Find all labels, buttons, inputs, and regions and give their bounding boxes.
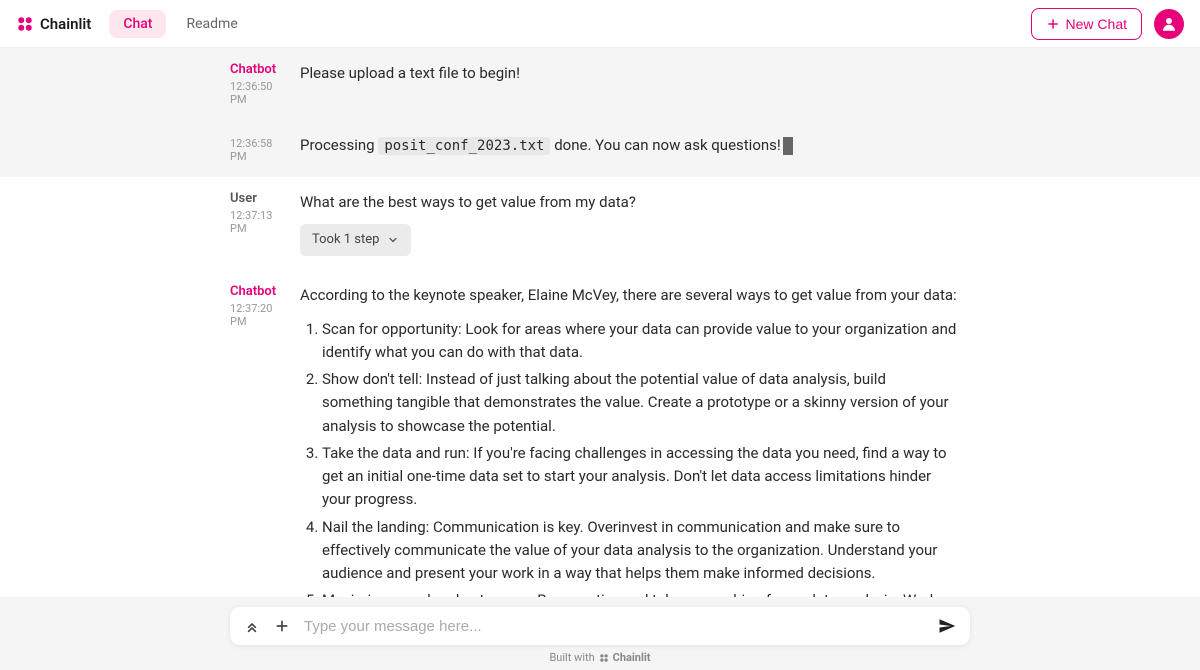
cursor-icon xyxy=(783,137,793,155)
answer-intro: According to the keynote speaker, Elaine… xyxy=(300,284,960,307)
message-row: Chatbot 12:37:20 PM According to the key… xyxy=(0,270,1200,597)
tab-readme[interactable]: Readme xyxy=(172,10,251,38)
message-row: Chatbot 12:36:50 PM Please upload a text… xyxy=(0,48,1200,120)
app-header: Chainlit Chat Readme New Chat xyxy=(0,0,1200,48)
message-body: According to the keynote speaker, Elaine… xyxy=(300,284,980,597)
brand-name: Chainlit xyxy=(40,15,91,33)
message-body: Please upload a text file to begin! xyxy=(300,62,980,106)
step-expand-button[interactable]: Took 1 step xyxy=(300,224,411,256)
msg-suffix: done. You can now ask questions! xyxy=(550,136,780,154)
expand-up-icon[interactable] xyxy=(244,618,260,634)
message-row: 12:36:58 PM Processing posit_conf_2023.t… xyxy=(0,120,1200,177)
list-item: Maximize speed and autonomy: Be proactiv… xyxy=(322,589,960,597)
footer: Built with Chainlit xyxy=(0,597,1200,670)
list-item: Take the data and run: If you're facing … xyxy=(322,442,960,512)
new-chat-button[interactable]: New Chat xyxy=(1031,8,1142,40)
filename-code: posit_conf_2023.txt xyxy=(378,137,550,155)
list-item: Scan for opportunity: Look for areas whe… xyxy=(322,318,960,365)
send-icon xyxy=(938,617,956,635)
brand-logo: Chainlit xyxy=(16,15,91,33)
message-timestamp: 12:37:13 PM xyxy=(230,209,284,235)
chainlit-logo-icon xyxy=(16,15,34,33)
nav-tabs: Chat Readme xyxy=(109,10,251,38)
message-input-bar xyxy=(230,607,970,645)
message-timestamp: 12:37:20 PM xyxy=(230,302,284,328)
message-timestamp: 12:36:50 PM xyxy=(230,80,284,106)
built-with-footer: Built with Chainlit xyxy=(0,651,1200,664)
user-avatar[interactable] xyxy=(1154,9,1184,39)
message-timestamp: 12:36:58 PM xyxy=(230,137,284,163)
message-author: User xyxy=(230,191,257,206)
message-row: User 12:37:13 PM What are the best ways … xyxy=(0,177,1200,270)
send-button[interactable] xyxy=(938,617,956,635)
user-question: What are the best ways to get value from… xyxy=(300,191,960,214)
chat-content: Chatbot 12:36:50 PM Please upload a text… xyxy=(0,48,1200,597)
built-with-brand: Chainlit xyxy=(613,651,651,664)
list-item: Show don't tell: Instead of just talking… xyxy=(322,368,960,438)
message-author: Chatbot xyxy=(230,284,276,299)
new-chat-label: New Chat xyxy=(1066,16,1127,32)
answer-list: Scan for opportunity: Look for areas whe… xyxy=(300,318,960,597)
msg-prefix: Processing xyxy=(300,136,378,154)
message-body: Processing posit_conf_2023.txt done. You… xyxy=(300,134,980,163)
person-icon xyxy=(1160,15,1178,33)
tab-chat[interactable]: Chat xyxy=(109,10,166,38)
list-item: Nail the landing: Communication is key. … xyxy=(322,516,960,586)
attach-icon[interactable] xyxy=(274,618,290,634)
plus-icon xyxy=(1046,17,1060,31)
message-body: What are the best ways to get value from… xyxy=(300,191,980,256)
built-with-label: Built with xyxy=(549,651,594,664)
message-input[interactable] xyxy=(304,618,924,635)
chainlit-mini-icon xyxy=(599,653,609,663)
step-label: Took 1 step xyxy=(312,230,379,250)
chevron-down-icon xyxy=(387,234,399,246)
message-author: Chatbot xyxy=(230,62,276,77)
